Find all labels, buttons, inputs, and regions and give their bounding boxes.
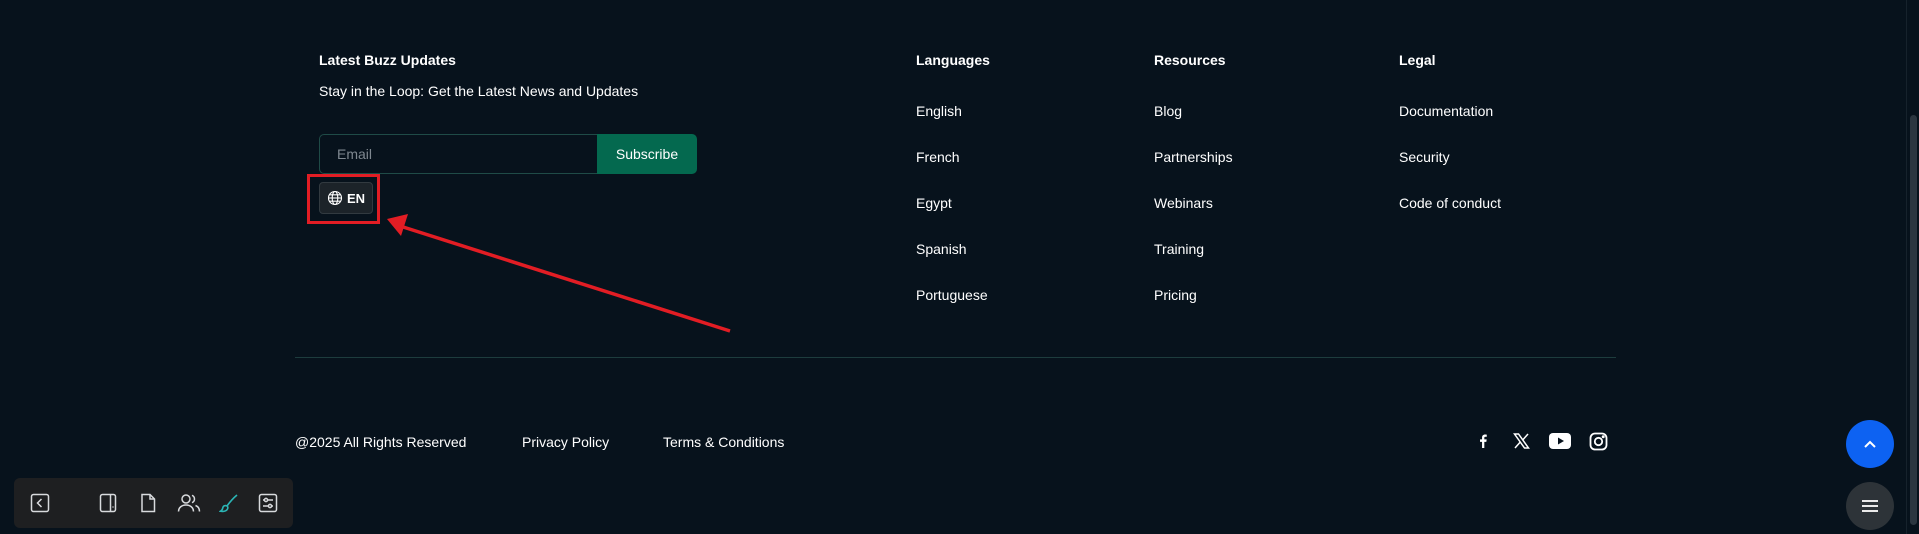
collapse-left-icon[interactable] — [28, 491, 52, 515]
languages-column: Languages English French Egypt Spanish P… — [916, 50, 990, 331]
resource-link-pricing[interactable]: Pricing — [1154, 285, 1233, 305]
legal-link-code-of-conduct[interactable]: Code of conduct — [1399, 193, 1501, 213]
menu-icon — [1861, 499, 1879, 513]
footer-page: Latest Buzz Updates Stay in the Loop: Ge… — [0, 0, 1919, 534]
tablet-icon[interactable] — [96, 491, 120, 515]
language-link-portuguese[interactable]: Portuguese — [916, 285, 990, 305]
chevron-up-icon — [1863, 439, 1877, 449]
subscribe-form: Subscribe — [319, 134, 697, 174]
x-icon[interactable] — [1510, 430, 1532, 452]
legal-link-security[interactable]: Security — [1399, 147, 1501, 167]
resource-link-partnerships[interactable]: Partnerships — [1154, 147, 1233, 167]
email-field[interactable] — [319, 134, 597, 174]
legal-link-documentation[interactable]: Documentation — [1399, 101, 1501, 121]
resources-column: Resources Blog Partnerships Webinars Tra… — [1154, 50, 1233, 331]
resource-link-training[interactable]: Training — [1154, 239, 1233, 259]
privacy-policy-link[interactable]: Privacy Policy — [522, 432, 609, 452]
resource-link-webinars[interactable]: Webinars — [1154, 193, 1233, 213]
footer-divider — [295, 357, 1616, 358]
instagram-icon[interactable] — [1587, 430, 1609, 452]
resources-heading: Resources — [1154, 52, 1226, 68]
newsletter-title: Latest Buzz Updates — [319, 52, 456, 68]
language-link-spanish[interactable]: Spanish — [916, 239, 990, 259]
scroll-to-top-button[interactable] — [1846, 420, 1894, 468]
newsletter-section: Latest Buzz Updates Stay in the Loop: Ge… — [319, 50, 719, 101]
editor-toolbar — [14, 478, 293, 528]
page-scrollbar[interactable] — [1906, 0, 1919, 534]
youtube-icon[interactable] — [1548, 430, 1572, 452]
settings-sliders-icon[interactable] — [256, 491, 280, 515]
users-icon[interactable] — [176, 491, 202, 515]
language-link-egypt[interactable]: Egypt — [916, 193, 990, 213]
subscribe-button[interactable]: Subscribe — [597, 134, 697, 174]
language-link-french[interactable]: French — [916, 147, 990, 167]
legal-heading: Legal — [1399, 52, 1436, 68]
brush-icon[interactable] — [217, 491, 241, 515]
copyright-text: @2025 All Rights Reserved — [295, 434, 467, 450]
legal-column: Legal Documentation Security Code of con… — [1399, 50, 1501, 239]
facebook-icon[interactable] — [1472, 430, 1494, 452]
page-icon[interactable] — [136, 491, 160, 515]
menu-button[interactable] — [1846, 482, 1894, 530]
language-link-english[interactable]: English — [916, 101, 990, 121]
terms-conditions-link[interactable]: Terms & Conditions — [663, 432, 784, 452]
newsletter-subtitle: Stay in the Loop: Get the Latest News an… — [319, 83, 639, 99]
scrollbar-thumb[interactable] — [1910, 115, 1917, 525]
annotation-highlight-box — [307, 174, 380, 224]
resource-link-blog[interactable]: Blog — [1154, 101, 1233, 121]
languages-heading: Languages — [916, 52, 990, 68]
